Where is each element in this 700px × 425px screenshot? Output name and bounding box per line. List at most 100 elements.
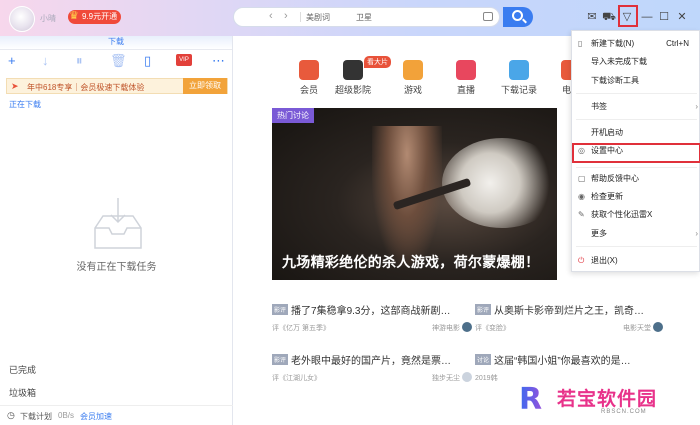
site-watermark: R 若宝软件园 RBSCN.COM xyxy=(517,380,697,424)
news-title[interactable]: 播了7集稳拿9.3分，这部商战新剧… xyxy=(291,306,450,317)
film-icon xyxy=(343,60,363,80)
news-title[interactable]: 从奥斯卡影帝到烂片之王，凯奇… xyxy=(494,306,644,317)
download-plan[interactable]: 下载计划 xyxy=(20,411,52,422)
downloading-label[interactable]: 正在下载 xyxy=(9,99,41,110)
category-vip[interactable]: 会员 xyxy=(289,60,329,96)
download-panel: 下载 + ↓ ⏸ 🗑 ▯ VIP ⋯ ➤ 年中618专享｜会员极速下载体验 立即… xyxy=(0,36,233,425)
search-bar[interactable]: ‹ › 美剧词 卫星 xyxy=(233,7,500,27)
menu-item-label: 帮助反馈中心 xyxy=(591,174,639,183)
news-tag: 讨论 xyxy=(475,354,492,365)
rocket-icon: ➤ xyxy=(11,81,19,91)
image-search-icon[interactable] xyxy=(483,12,493,21)
news-subtitle: 评《变脸》 xyxy=(475,325,510,332)
delete-icon[interactable]: 🗑 xyxy=(110,53,127,69)
news-item[interactable]: 影评 播了7集稳拿9.3分，这部商战新剧… 评《亿万 第五季》 神游电影 xyxy=(272,302,472,333)
hero-banner[interactable]: 热门讨论 九场精彩绝伦的杀人游戏，荷尔蒙爆棚！ xyxy=(272,108,557,280)
news-tag: 影评 xyxy=(272,354,289,365)
news-item[interactable]: 讨论 这届“韩国小姐”你最喜欢的是… 2019韩 xyxy=(475,352,663,383)
category-label: 下载记录 xyxy=(500,85,537,95)
promo-banner[interactable]: ➤ 年中618专享｜会员极速下载体验 立即领取 xyxy=(6,78,228,94)
tv-icon xyxy=(456,60,476,80)
cloud-icon xyxy=(509,60,529,80)
menu-item-label: 下载诊断工具 xyxy=(591,76,639,85)
menu-item-new-download[interactable]: ▯ 新建下载(N) Ctrl+N xyxy=(572,36,700,52)
power-icon: ⏻ xyxy=(578,256,585,265)
search-button[interactable] xyxy=(503,7,533,27)
vip-open-label: 9.9元开通 xyxy=(82,12,118,21)
menu-item-label: 开机启动 xyxy=(591,128,623,137)
search-icon xyxy=(512,10,523,21)
forward-arrow-icon[interactable]: › xyxy=(284,10,288,22)
menu-item-more[interactable]: 更多 › xyxy=(572,226,700,242)
menu-divider xyxy=(576,119,697,120)
news-subtitle: 2019韩 xyxy=(475,375,498,382)
search-hint[interactable]: 卫星 xyxy=(356,12,372,23)
news-title[interactable]: 老外眼中最好的国产片，竟然是票… xyxy=(291,356,451,367)
update-icon: ◉ xyxy=(578,192,585,201)
avatar xyxy=(653,322,663,332)
promo-text: 年中618专享｜会员极速下载体验 xyxy=(27,83,145,92)
news-item[interactable]: 影评 从奥斯卡影帝到烂片之王，凯奇… 评《变脸》 电影天堂 xyxy=(475,302,663,333)
chevron-right-icon: › xyxy=(695,229,698,238)
menu-item-update[interactable]: ◉ 检查更新 xyxy=(572,189,700,205)
user-name[interactable]: 小晴 xyxy=(40,13,56,24)
menu-item-diagnostics[interactable]: 下载诊断工具 xyxy=(572,73,700,89)
menu-item-label: 设置中心 xyxy=(591,146,623,155)
menu-item-label: 新建下载(N) xyxy=(591,39,635,48)
download-toolbar: + ↓ ⏸ 🗑 ▯ VIP ⋯ xyxy=(0,50,232,70)
category-live[interactable]: 直播 xyxy=(446,60,486,96)
hot-badge: 看大片 xyxy=(364,56,391,68)
crown-icon: ♛ xyxy=(69,10,79,22)
tab-download[interactable]: 下载 xyxy=(0,36,232,50)
shirt-icon[interactable]: ⛟ xyxy=(602,9,616,25)
vip-icon[interactable]: VIP xyxy=(176,54,192,66)
mail-icon[interactable]: ✉ xyxy=(585,9,599,25)
completed-item[interactable]: 已完成 xyxy=(9,363,36,376)
avatar[interactable] xyxy=(9,6,35,32)
more-icon[interactable]: ⋯ xyxy=(212,53,225,69)
menu-item-label: 书签 xyxy=(591,102,607,111)
category-label: 游戏 xyxy=(403,85,422,95)
vip-accelerate-link[interactable]: 会员加速 xyxy=(80,411,112,422)
category-download-history[interactable]: 下载记录 xyxy=(499,60,539,96)
category-games[interactable]: 游戏 xyxy=(393,60,433,96)
menu-item-bookmarks[interactable]: 书签 › xyxy=(572,99,700,115)
menu-item-label: 退出(X) xyxy=(591,256,618,265)
menu-item-label: 导入未完成下载 xyxy=(591,57,647,66)
empty-state-text: 没有正在下载任务 xyxy=(76,262,157,273)
trash-item[interactable]: 垃圾箱 xyxy=(9,386,36,399)
vip-open-badge[interactable]: ♛ 9.9元开通 xyxy=(68,10,122,24)
news-title[interactable]: 这届“韩国小姐”你最喜欢的是… xyxy=(494,356,631,367)
watermark-text: 若宝软件园 xyxy=(557,389,658,410)
menu-item-shortcut: Ctrl+N xyxy=(666,39,689,48)
news-item[interactable]: 影评 老外眼中最好的国产片，竟然是票… 评《江湖儿女》 独步无尘 xyxy=(272,352,472,383)
menu-item-help[interactable]: ▢ 帮助反馈中心 xyxy=(572,171,700,187)
download-speed: 0B/s xyxy=(58,411,75,420)
gamepad-icon xyxy=(403,60,423,80)
download-icon[interactable]: ↓ xyxy=(42,53,49,68)
news-source: 电影天堂 xyxy=(623,325,651,332)
back-arrow-icon[interactable]: ‹ xyxy=(269,10,273,22)
news-tag: 影评 xyxy=(272,304,289,315)
add-icon[interactable]: + xyxy=(8,53,16,68)
category-label: 直播 xyxy=(456,85,475,95)
avatar xyxy=(462,372,472,382)
close-icon[interactable]: ✕ xyxy=(675,9,689,25)
pause-icon[interactable]: ⏸ xyxy=(76,53,83,69)
news-source: 神游电影 xyxy=(432,325,460,332)
minimize-icon[interactable]: — xyxy=(640,9,654,25)
menu-item-startup[interactable]: 开机启动 xyxy=(572,125,700,141)
mobile-icon[interactable]: ▯ xyxy=(144,53,151,69)
help-icon: ▢ xyxy=(578,174,586,183)
menu-item-settings[interactable]: ◎ 设置中心 xyxy=(572,143,700,163)
menu-item-customize[interactable]: ✎ 获取个性化迅雷X xyxy=(572,207,700,223)
status-bar: ◷ 下载计划 0B/s 会员加速 xyxy=(0,405,233,425)
promo-claim-button[interactable]: 立即领取 xyxy=(183,78,227,94)
watermark-logo: R xyxy=(519,382,549,418)
main-dropdown-menu: ▯ 新建下载(N) Ctrl+N 导入未完成下载 下载诊断工具 书签 › 开机启… xyxy=(571,30,700,272)
vip-category-icon xyxy=(299,60,319,80)
menu-item-import[interactable]: 导入未完成下载 xyxy=(572,54,700,70)
menu-item-exit[interactable]: ⏻ 退出(X) xyxy=(572,253,700,269)
search-tag[interactable]: 美剧词 xyxy=(306,12,330,23)
maximize-icon[interactable]: ☐ xyxy=(657,9,671,25)
